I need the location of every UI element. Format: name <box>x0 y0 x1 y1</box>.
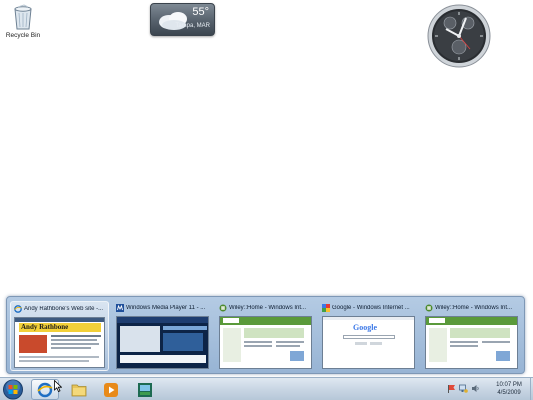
thumbnail-wiley-home-1[interactable]: Wiley::Home - Windows Int... <box>216 301 315 371</box>
taskbar-button-windows-explorer[interactable] <box>65 379 93 400</box>
thumbnail-title: Google - Windows Internet ... <box>332 305 410 311</box>
mouse-pointer-icon <box>54 380 62 392</box>
page-preview <box>425 316 519 369</box>
wmp-site-icon <box>116 304 125 312</box>
ie-icon <box>14 305 22 313</box>
analog-clock-icon[interactable] <box>426 3 492 69</box>
folder-icon <box>71 384 87 396</box>
clock-date: 4/5/2009 <box>497 390 521 396</box>
wiley-icon <box>425 304 433 312</box>
thumbnail-title: Wiley::Home - Windows Int... <box>435 305 513 311</box>
thumbnail-title: Andy Rathbone's Web site -... <box>24 306 104 312</box>
volume-icon[interactable] <box>471 384 480 393</box>
weather-gadget[interactable]: 55° Tampa, MAR <box>150 3 215 36</box>
thumbnail-windows-media-player[interactable]: Windows Media Player 11 - ... <box>113 301 212 371</box>
thumbnail-title: Wiley::Home - Windows Int... <box>229 305 307 311</box>
taskbar: 10:07 PM 4/5/2009 <box>0 377 533 400</box>
taskbar-clock[interactable]: 10:07 PM 4/5/2009 <box>489 381 529 397</box>
recycle-bin-icon <box>14 4 32 30</box>
thumbnail-banner-text: Andy Rathbone <box>21 323 69 331</box>
google-logo: Google <box>353 323 378 332</box>
taskbar-thumbnail-strip: Andy Rathbone's Web site -... Andy Rathb… <box>6 296 525 374</box>
taskbar-button-media-player[interactable] <box>97 379 125 400</box>
page-preview <box>219 316 313 369</box>
taskbar-button-media-center[interactable] <box>131 379 159 400</box>
page-preview <box>116 316 210 369</box>
page-preview: Google <box>322 316 416 369</box>
thumbnail-title: Windows Media Player 11 - ... <box>126 305 206 311</box>
recycle-bin-label: Recycle Bin <box>5 32 41 39</box>
page-preview: Andy Rathbone <box>14 317 106 368</box>
media-center-icon <box>138 382 152 397</box>
recycle-bin[interactable]: Recycle Bin <box>4 4 42 39</box>
weather-temperature: 55° <box>192 6 209 18</box>
wiley-icon <box>219 304 227 312</box>
clock-time: 10:07 PM <box>496 382 522 388</box>
thumbnail-wiley-home-2[interactable]: Wiley::Home - Windows Int... <box>422 301 521 371</box>
action-center-flag-icon[interactable] <box>447 384 456 393</box>
weather-location: Tampa, MAR <box>175 23 210 29</box>
ie-icon <box>37 382 53 397</box>
google-icon <box>322 304 331 312</box>
media-player-icon <box>104 382 118 397</box>
system-tray: 10:07 PM 4/5/2009 <box>443 378 533 400</box>
thumbnail-google[interactable]: Google - Windows Internet ... Google <box>319 301 418 371</box>
thumbnail-andy-rathbone[interactable]: Andy Rathbone's Web site -... Andy Rathb… <box>10 301 110 371</box>
network-icon[interactable] <box>459 384 468 393</box>
start-button[interactable] <box>2 379 24 400</box>
